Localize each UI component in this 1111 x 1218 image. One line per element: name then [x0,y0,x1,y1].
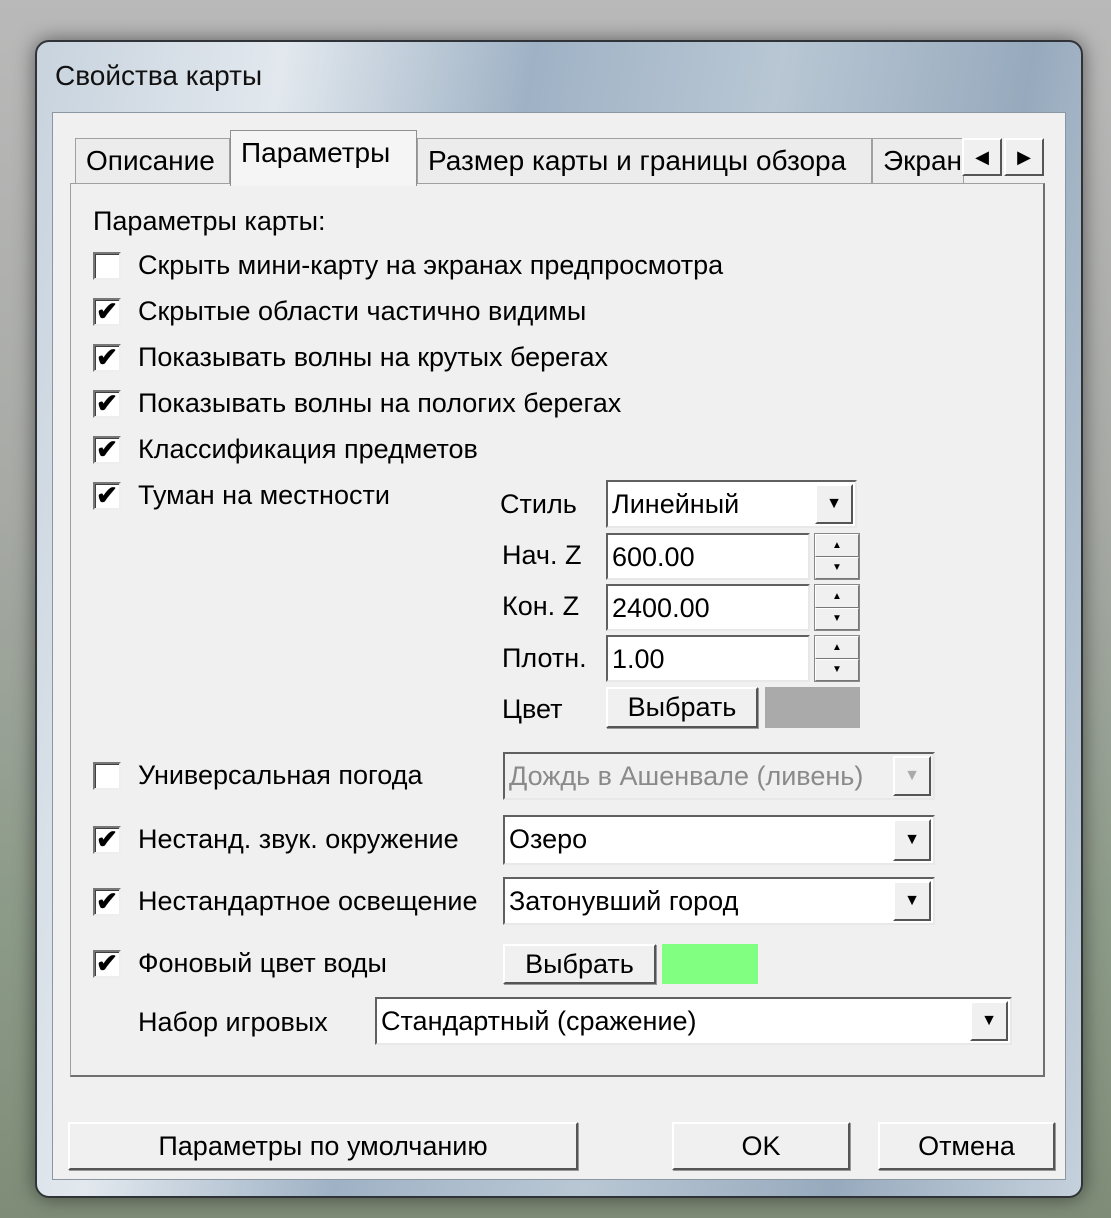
spin-down-icon[interactable]: ▼ [815,607,859,630]
checkbox-custom-lighting[interactable]: ✔ [93,888,121,916]
dialog-title: Свойства карты [55,60,263,91]
sound-value: Озеро [509,824,588,854]
chevron-down-icon[interactable]: ▼ [970,1001,1008,1041]
fog-end-label: Кон. Z [502,591,580,621]
fog-style-select[interactable]: Линейный ▼ [606,480,857,528]
tab-screen[interactable]: Экран [872,138,964,184]
fog-end-input[interactable]: 2400.00 [606,584,810,631]
lighting-select[interactable]: Затонувший город ▼ [503,877,935,925]
fog-color-swatch [765,687,860,728]
label-hide-minimap: Скрыть мини-карту на экранах предпросмот… [138,250,724,280]
weather-select[interactable]: Дождь в Ашенвале (ливень) ▼ [503,752,935,800]
chevron-down-icon[interactable]: ▼ [815,484,853,524]
fog-density-spinner[interactable]: ▲ ▼ [814,635,860,682]
chevron-down-icon[interactable]: ▼ [893,881,931,921]
tab-description[interactable]: Описание [75,138,230,184]
ok-button[interactable]: OK [672,1122,850,1170]
tab-parameters[interactable]: Параметры [230,130,417,186]
checkbox-waves-steep[interactable]: ✔ [93,344,121,372]
label-universal-weather: Универсальная погода [138,760,423,790]
label-custom-lighting: Нестандартное освещение [138,886,478,916]
spin-down-icon[interactable]: ▼ [815,556,859,579]
chevron-down-icon: ▼ [893,756,931,796]
checkbox-hidden-areas[interactable]: ✔ [93,298,121,326]
gameplay-value: Стандартный (сражение) [381,1006,697,1036]
defaults-button[interactable]: Параметры по умолчанию [68,1122,578,1170]
gameplay-select[interactable]: Стандартный (сражение) ▼ [375,997,1012,1045]
fog-density-input[interactable]: 1.00 [606,635,810,682]
weather-value: Дождь в Ашенвале (ливень) [509,761,864,791]
label-terrain-fog: Туман на местности [138,480,390,510]
checkbox-custom-sound[interactable]: ✔ [93,826,121,854]
fog-start-spinner[interactable]: ▲ ▼ [814,533,860,580]
tab-scroll-left-icon[interactable]: ◀ [962,138,1002,176]
sound-select[interactable]: Озеро ▼ [503,815,935,865]
fog-style-value: Линейный [612,489,740,519]
chevron-down-icon[interactable]: ▼ [893,819,931,861]
label-waves-steep: Показывать волны на крутых берегах [138,342,608,372]
label-custom-sound: Нестанд. звук. окружение [138,824,459,854]
fog-start-label: Нач. Z [502,540,582,570]
tab-scroll-right-icon[interactable]: ▶ [1004,138,1044,176]
fog-start-input[interactable]: 600.00 [606,533,810,580]
label-item-classification: Классификация предметов [138,434,478,464]
fog-style-label: Стиль [500,489,577,519]
fog-color-choose-button[interactable]: Выбрать [606,687,758,728]
water-color-swatch [662,944,758,984]
water-color-choose-button[interactable]: Выбрать [503,944,656,984]
fog-density-label: Плотн. [502,643,587,673]
lighting-value: Затонувший город [509,886,739,916]
checkbox-water-color[interactable]: ✔ [93,950,121,978]
label-waves-shallow: Показывать волны на пологих берегах [138,388,622,418]
cancel-button[interactable]: Отмена [878,1122,1055,1170]
checkbox-hide-minimap[interactable] [93,252,121,280]
spin-up-icon[interactable]: ▲ [815,636,859,659]
label-water-color: Фоновый цвет воды [138,948,387,978]
fog-end-spinner[interactable]: ▲ ▼ [814,584,860,631]
section-label: Параметры карты: [93,206,326,236]
checkbox-item-classification[interactable]: ✔ [93,436,121,464]
label-hidden-areas: Скрытые области частично видимы [138,296,587,326]
spin-up-icon[interactable]: ▲ [815,585,859,608]
fog-color-label: Цвет [502,694,563,724]
checkbox-universal-weather[interactable] [93,762,121,790]
tab-map-size[interactable]: Размер карты и границы обзора [417,138,872,184]
spin-up-icon[interactable]: ▲ [815,534,859,557]
checkbox-terrain-fog[interactable]: ✔ [93,482,121,510]
checkbox-waves-shallow[interactable]: ✔ [93,390,121,418]
gameplay-label: Набор игровых [138,1007,328,1037]
spin-down-icon[interactable]: ▼ [815,658,859,681]
